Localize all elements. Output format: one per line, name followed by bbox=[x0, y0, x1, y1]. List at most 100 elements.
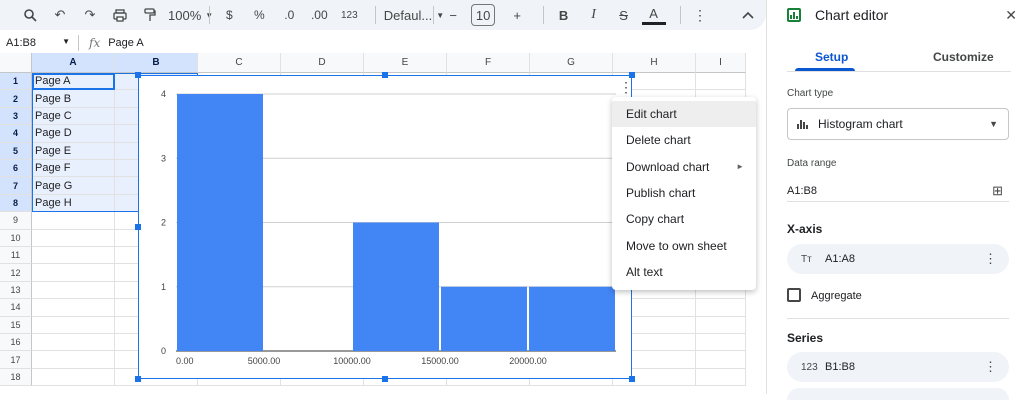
redo-icon[interactable]: ↷ bbox=[78, 3, 102, 27]
row-header[interactable]: 16 bbox=[0, 334, 32, 351]
cell[interactable] bbox=[696, 299, 746, 316]
cell[interactable] bbox=[696, 351, 746, 368]
resize-handle[interactable] bbox=[382, 72, 388, 78]
cell[interactable]: Page G bbox=[32, 177, 115, 194]
cell[interactable] bbox=[32, 230, 115, 247]
font-select[interactable]: Defaul...▼ bbox=[384, 3, 419, 27]
currency-button[interactable]: $ bbox=[217, 3, 241, 27]
row-header[interactable]: 7 bbox=[0, 177, 32, 194]
bold-button[interactable]: B bbox=[552, 3, 576, 27]
row-header[interactable]: 10 bbox=[0, 230, 32, 247]
x-axis-field[interactable]: Tт A1:A8 ⋮ bbox=[787, 244, 1009, 274]
cell[interactable]: Page B bbox=[32, 90, 115, 107]
decrease-decimal-button[interactable]: .0 bbox=[277, 3, 301, 27]
resize-handle[interactable] bbox=[629, 72, 635, 78]
cell[interactable]: Page F bbox=[32, 160, 115, 177]
cell[interactable] bbox=[32, 351, 115, 368]
cell[interactable] bbox=[32, 247, 115, 264]
cell[interactable] bbox=[696, 73, 746, 90]
cell[interactable]: Page C bbox=[32, 108, 115, 125]
font-size-input[interactable]: 10 bbox=[471, 4, 495, 26]
zoom-select[interactable]: 100%▼ bbox=[168, 3, 195, 27]
select-range-icon[interactable]: ⊞ bbox=[992, 183, 1003, 199]
column-header[interactable]: G bbox=[530, 53, 613, 73]
row-header[interactable]: 5 bbox=[0, 143, 32, 160]
column-header[interactable]: F bbox=[447, 53, 530, 73]
resize-handle[interactable] bbox=[135, 72, 141, 78]
collapse-menu-icon[interactable] bbox=[736, 3, 760, 27]
column-header[interactable]: D bbox=[281, 53, 364, 73]
row-header[interactable]: 3 bbox=[0, 108, 32, 125]
italic-button[interactable]: I bbox=[582, 3, 606, 27]
font-size-increase-button[interactable]: + bbox=[505, 3, 529, 27]
row-header[interactable]: 11 bbox=[0, 247, 32, 264]
menu-item-copy-chart[interactable]: Copy chart bbox=[612, 206, 756, 232]
row-header[interactable]: 12 bbox=[0, 264, 32, 281]
resize-handle[interactable] bbox=[135, 224, 141, 230]
name-box[interactable]: A1:B8▼ bbox=[0, 37, 78, 49]
aggregate-checkbox[interactable] bbox=[787, 288, 801, 302]
menu-item-alt-text[interactable]: Alt text bbox=[612, 259, 756, 285]
column-header[interactable]: A bbox=[32, 53, 115, 73]
strikethrough-button[interactable]: S bbox=[612, 3, 636, 27]
font-size-decrease-button[interactable]: − bbox=[441, 3, 465, 27]
cell[interactable] bbox=[696, 369, 746, 386]
column-header[interactable]: B bbox=[115, 53, 198, 73]
histogram-chart[interactable]: 012340.005000.0010000.0015000.0020000.00… bbox=[138, 75, 632, 379]
menu-item-edit-chart[interactable]: Edit chart bbox=[612, 101, 756, 127]
close-icon[interactable]: ✕ bbox=[1005, 7, 1017, 24]
menu-item-publish-chart[interactable]: Publish chart bbox=[612, 180, 756, 206]
menu-item-move-to-own-sheet[interactable]: Move to own sheet bbox=[612, 232, 756, 258]
cell[interactable]: Page E bbox=[32, 143, 115, 160]
cell[interactable] bbox=[32, 334, 115, 351]
resize-handle[interactable] bbox=[135, 376, 141, 382]
row-header[interactable]: 2 bbox=[0, 90, 32, 107]
cell[interactable]: Page H bbox=[32, 195, 115, 212]
increase-decimal-button[interactable]: .00 bbox=[307, 3, 331, 27]
row-header[interactable]: 15 bbox=[0, 317, 32, 334]
cell[interactable] bbox=[696, 334, 746, 351]
column-header[interactable]: C bbox=[198, 53, 281, 73]
more-icon[interactable]: ⋮ bbox=[984, 359, 997, 375]
cell[interactable]: Page A bbox=[32, 73, 115, 90]
row-header[interactable]: 17 bbox=[0, 351, 32, 368]
column-header[interactable]: H bbox=[613, 53, 696, 73]
more-icon[interactable]: ⋮ bbox=[688, 3, 712, 27]
number-format-button[interactable]: 123 bbox=[337, 3, 361, 27]
formula-input[interactable]: Page A bbox=[108, 37, 143, 49]
cell[interactable] bbox=[32, 282, 115, 299]
cell[interactable] bbox=[32, 317, 115, 334]
data-range-input[interactable]: A1:B8 ⊞ bbox=[787, 180, 1009, 202]
column-header[interactable]: E bbox=[364, 53, 447, 73]
row-header[interactable]: 4 bbox=[0, 125, 32, 142]
menu-item-delete-chart[interactable]: Delete chart bbox=[612, 127, 756, 153]
select-all-corner[interactable] bbox=[0, 53, 32, 73]
tab-customize[interactable]: Customize bbox=[933, 50, 994, 64]
resize-handle[interactable] bbox=[629, 376, 635, 382]
cell[interactable] bbox=[696, 317, 746, 334]
cell[interactable] bbox=[32, 369, 115, 386]
undo-icon[interactable]: ↶ bbox=[48, 3, 72, 27]
column-header[interactable]: I bbox=[696, 53, 746, 73]
print-icon[interactable] bbox=[108, 3, 132, 27]
cell[interactable] bbox=[32, 299, 115, 316]
add-series-field[interactable] bbox=[787, 388, 1009, 400]
percent-button[interactable]: % bbox=[247, 3, 271, 27]
cell[interactable] bbox=[32, 264, 115, 281]
resize-handle[interactable] bbox=[382, 376, 388, 382]
menu-item-download-chart[interactable]: Download chart► bbox=[612, 154, 756, 180]
row-header[interactable]: 6 bbox=[0, 160, 32, 177]
search-icon[interactable] bbox=[18, 3, 42, 27]
cell[interactable]: Page D bbox=[32, 125, 115, 142]
row-header[interactable]: 1 bbox=[0, 73, 32, 90]
paint-format-icon[interactable] bbox=[138, 3, 162, 27]
cell[interactable] bbox=[32, 212, 115, 229]
chart-menu-icon[interactable]: ⋮ bbox=[619, 80, 633, 94]
more-icon[interactable]: ⋮ bbox=[984, 251, 997, 267]
text-color-button[interactable]: A bbox=[642, 5, 666, 25]
series-field[interactable]: 123 B1:B8 ⋮ bbox=[787, 352, 1009, 382]
tab-setup[interactable]: Setup bbox=[815, 50, 848, 64]
row-header[interactable]: 13 bbox=[0, 282, 32, 299]
row-header[interactable]: 14 bbox=[0, 299, 32, 316]
chart-type-select[interactable]: Histogram chart ▼ bbox=[787, 108, 1009, 140]
